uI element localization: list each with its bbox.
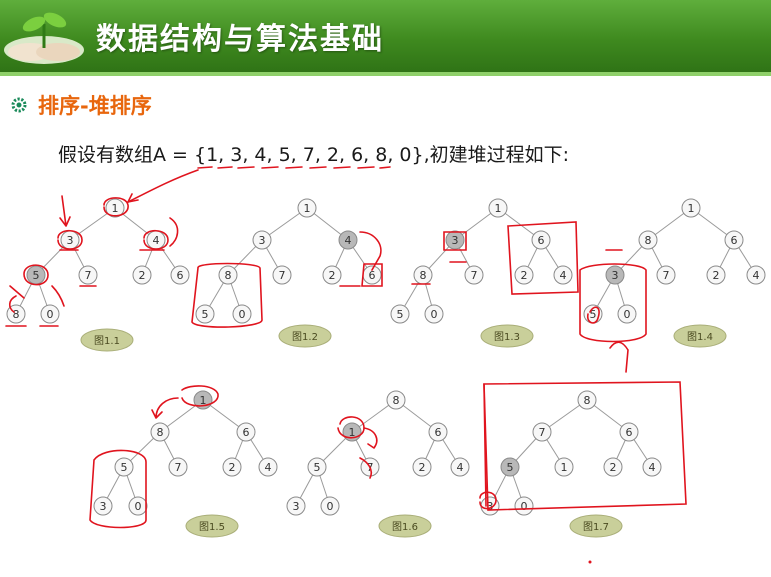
annotation-stroke bbox=[9, 285, 25, 299]
tree-node-value: 3 bbox=[293, 500, 300, 513]
heap-figure: 81 65 7 2 43 0图1.6 bbox=[286, 390, 470, 538]
figure-label: 图1.3 bbox=[494, 331, 520, 343]
tree-node-value: 1 bbox=[304, 202, 311, 215]
tree-node-value: 3 bbox=[452, 234, 459, 247]
tree-node-value: 3 bbox=[612, 269, 619, 282]
annotation-stroke bbox=[483, 383, 487, 507]
figure-label: 图1.2 bbox=[292, 331, 318, 343]
tree-node-value: 8 bbox=[13, 308, 20, 321]
tree-node-value: 5 bbox=[121, 461, 128, 474]
tree-node-value: 6 bbox=[731, 234, 738, 247]
annotation-stroke bbox=[59, 195, 71, 227]
tree-node-value: 2 bbox=[329, 269, 336, 282]
annotation-dot bbox=[588, 560, 592, 564]
tree-node-value: 0 bbox=[327, 500, 334, 513]
tree-node-value: 0 bbox=[239, 308, 246, 321]
tree-node-value: 2 bbox=[713, 269, 720, 282]
figure-label: 图1.7 bbox=[583, 521, 609, 533]
heap-figure: 87 65 1 2 43 0图1.7 bbox=[480, 390, 662, 538]
tree-node-value: 8 bbox=[645, 234, 652, 247]
tree-node-value: 7 bbox=[175, 461, 182, 474]
annotation-stroke bbox=[151, 397, 179, 419]
tree-node-value: 5 bbox=[202, 308, 209, 321]
tree-node-value: 6 bbox=[435, 426, 442, 439]
tree-node-value: 6 bbox=[177, 269, 184, 282]
heap-figure: 1 3 4 5 7 2 6 8 0 图1.1 bbox=[6, 198, 190, 352]
tree-node-value: 7 bbox=[279, 269, 286, 282]
figure-label: 图1.4 bbox=[687, 331, 713, 343]
tree-node-value: 4 bbox=[153, 234, 160, 247]
tree-node-value: 6 bbox=[243, 426, 250, 439]
annotation-stroke bbox=[609, 341, 629, 373]
heap-figure: 1 3 6 8 7 2 4 5 0 图1.3 bbox=[390, 198, 573, 348]
tree-node-value: 0 bbox=[521, 500, 528, 513]
annotation-stroke bbox=[51, 285, 65, 307]
tree-node-value: 4 bbox=[265, 461, 272, 474]
tree-node-value: 5 bbox=[314, 461, 321, 474]
tree-node-value: 2 bbox=[419, 461, 426, 474]
tree-node-value: 3 bbox=[67, 234, 74, 247]
tree-node-value: 4 bbox=[457, 461, 464, 474]
figure-label: 图1.1 bbox=[94, 335, 120, 347]
tree-node-value: 6 bbox=[369, 269, 376, 282]
tree-node-value: 5 bbox=[33, 269, 40, 282]
tree-node-value: 8 bbox=[584, 394, 591, 407]
heap-figure: 1 3 4 8 7 2 6 5 0 图1.2 bbox=[195, 198, 382, 348]
tree-node-value: 1 bbox=[495, 202, 502, 215]
tree-node-value: 3 bbox=[259, 234, 266, 247]
tree-node-value: 1 bbox=[561, 461, 568, 474]
tree-node-value: 2 bbox=[139, 269, 146, 282]
tree-node-value: 0 bbox=[431, 308, 438, 321]
tree-node-value: 4 bbox=[560, 269, 567, 282]
tree-node-value: 5 bbox=[507, 461, 514, 474]
tree-node-value: 0 bbox=[135, 500, 142, 513]
tree-node-value: 8 bbox=[420, 269, 427, 282]
tree-node-value: 2 bbox=[229, 461, 236, 474]
tree-node-value: 7 bbox=[663, 269, 670, 282]
heap-diagrams: 13 45 7 2 68 0图1.113 48 7 2 65 0图1.213 68 7 2 45 0图1.31… bbox=[5, 166, 766, 564]
tree-node-value: 3 bbox=[100, 500, 107, 513]
tree-node-value: 6 bbox=[538, 234, 545, 247]
heap-figure: 18 65 7 2 43 0图1.5 bbox=[93, 390, 278, 538]
tree-node-value: 1 bbox=[112, 202, 119, 215]
tree-node-value: 8 bbox=[157, 426, 164, 439]
tree-node-value: 4 bbox=[649, 461, 656, 474]
tree-node-value: 5 bbox=[397, 308, 404, 321]
tree-node-value: 4 bbox=[753, 269, 760, 282]
tree-node-value: 1 bbox=[688, 202, 695, 215]
figure-label: 图1.6 bbox=[392, 521, 418, 533]
tree-node-value: 2 bbox=[521, 269, 528, 282]
tree-node-value: 0 bbox=[624, 308, 631, 321]
heap-figure: 18 63 7 2 45 0图1.4 bbox=[583, 198, 766, 348]
annotation-stroke bbox=[363, 427, 378, 449]
tree-node-value: 8 bbox=[393, 394, 400, 407]
figure-label: 图1.5 bbox=[199, 521, 225, 533]
tree-node-value: 8 bbox=[225, 269, 232, 282]
annotation-stroke bbox=[169, 217, 179, 247]
annotation-stroke bbox=[197, 166, 391, 169]
tree-node-value: 0 bbox=[47, 308, 54, 321]
tree-node-value: 2 bbox=[610, 461, 617, 474]
tree-node-value: 7 bbox=[471, 269, 478, 282]
tree-node-value: 7 bbox=[539, 426, 546, 439]
tree-node-value: 7 bbox=[85, 269, 92, 282]
tree-node-value: 6 bbox=[626, 426, 633, 439]
tree-node-value: 4 bbox=[345, 234, 352, 247]
annotation-stroke bbox=[127, 169, 199, 203]
